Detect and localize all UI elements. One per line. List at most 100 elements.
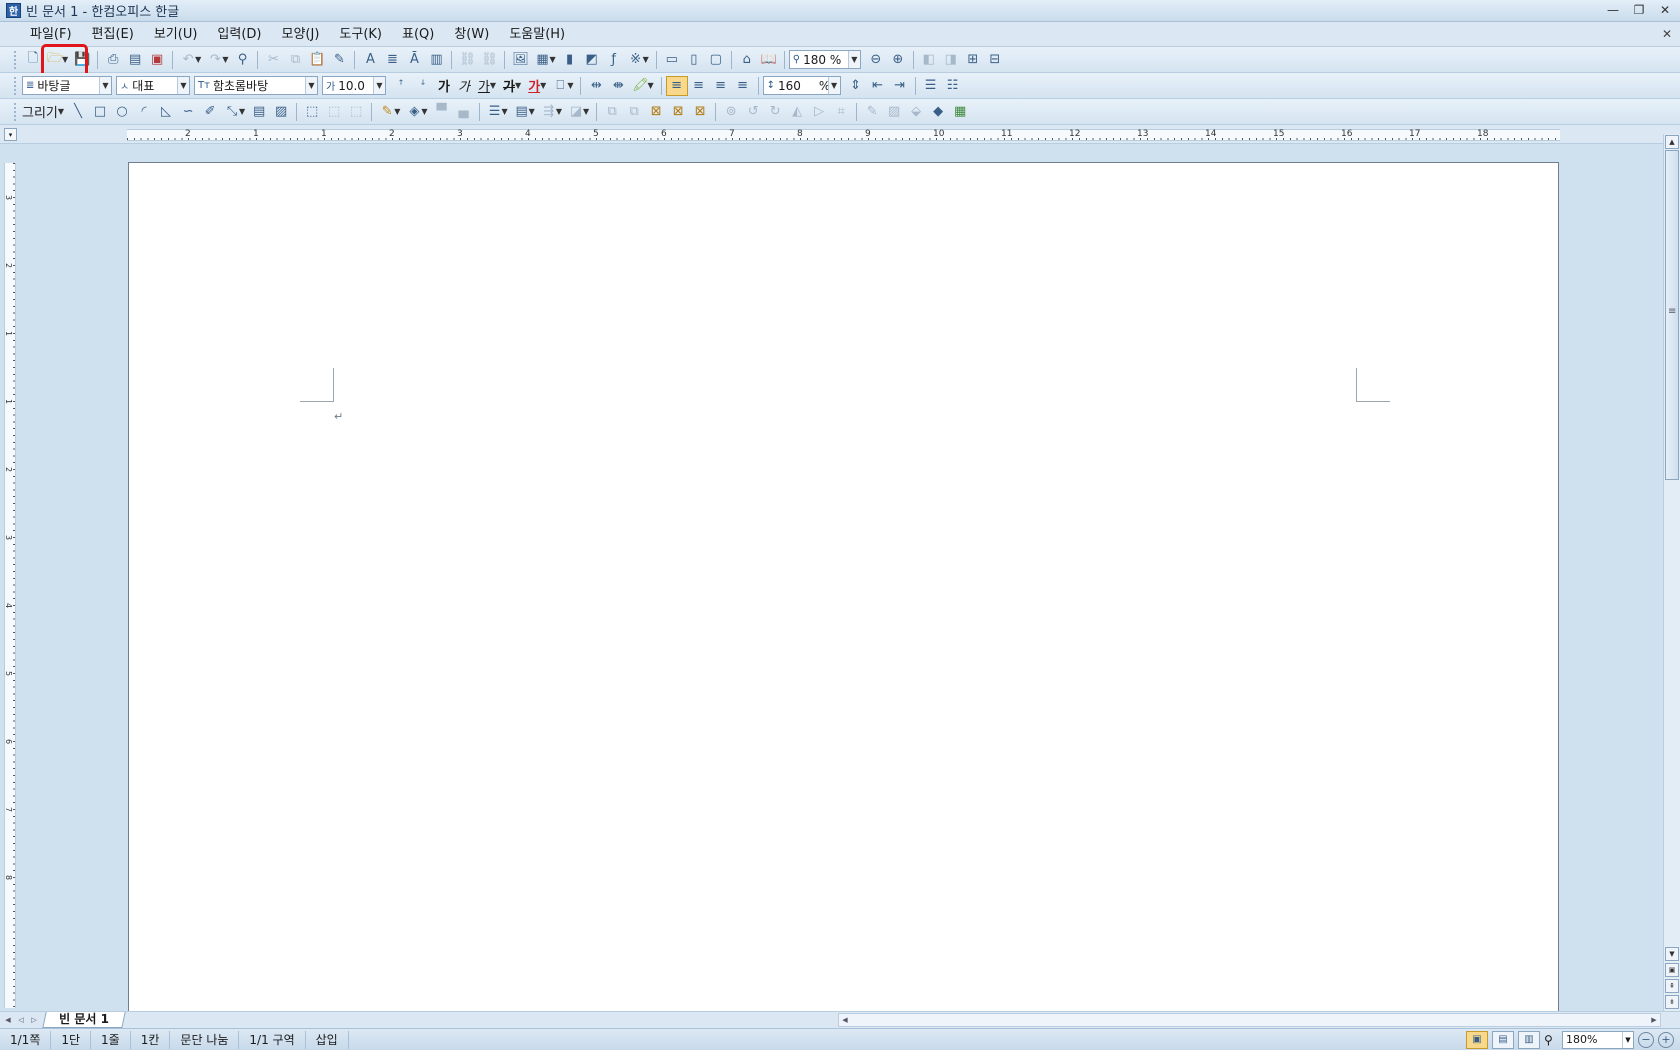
rectangle-tool-icon[interactable]: □	[89, 102, 111, 122]
object-style-icon[interactable]: ◆	[927, 102, 949, 122]
toolbar-grip[interactable]	[14, 50, 18, 69]
pen-tool-icon[interactable]: ✐	[199, 102, 221, 122]
char-shape-icon[interactable]: A	[359, 50, 381, 70]
menu-view[interactable]: 보기(U)	[144, 22, 208, 47]
font-size-increase-icon[interactable]: ꜛ	[390, 76, 412, 96]
bullet-list-icon[interactable]: ☷	[942, 76, 964, 96]
textbox-tool-icon[interactable]: ▤	[248, 102, 270, 122]
symbol-dropdown-icon[interactable]: ▼	[643, 55, 649, 64]
wrap-square-icon[interactable]: ⊠	[645, 102, 667, 122]
ruler-toggle-icon[interactable]: ▾	[4, 128, 17, 141]
draw-menu-label[interactable]: 그리기	[22, 102, 58, 121]
style-combo[interactable]: ≣ 바탕글 ▼	[22, 76, 112, 95]
scroll-right-icon[interactable]: ▶	[1648, 1014, 1660, 1026]
underline-button[interactable]: 가	[478, 76, 490, 95]
flip-horizontal-icon[interactable]: ◭	[786, 102, 808, 122]
underline-dropdown-icon[interactable]: ▼	[490, 81, 496, 90]
rotate-right-icon[interactable]: ↻	[764, 102, 786, 122]
next-page-icon[interactable]: ◨	[940, 50, 962, 70]
group-icon[interactable]: ⬚	[323, 102, 345, 122]
line-spacing-combo[interactable]: ↕ 160 % ▼	[762, 76, 841, 95]
rotate-left-icon[interactable]: ↺	[742, 102, 764, 122]
align-center-icon[interactable]: ≡	[710, 76, 732, 96]
menu-file[interactable]: 파일(F)	[20, 22, 82, 47]
columns-icon[interactable]: ▥	[425, 50, 447, 70]
copy-icon[interactable]: ⧉	[284, 50, 306, 70]
arrow-style-dropdown-icon[interactable]: ▼	[556, 107, 562, 116]
bring-front-icon[interactable]: ▀	[431, 102, 453, 122]
grid-icon[interactable]: ▦	[949, 102, 971, 122]
status-insert-mode[interactable]: 삽입	[306, 1030, 349, 1049]
curve-tool-icon[interactable]: ∽	[177, 102, 199, 122]
undo-dropdown-icon[interactable]: ▼	[195, 55, 201, 64]
line-style-dropdown-icon[interactable]: ▼	[529, 107, 535, 116]
page-layout-view-icon[interactable]: ▣	[1466, 1031, 1488, 1049]
prev-page-icon[interactable]: ⇞	[1665, 979, 1679, 993]
page-border-icon[interactable]: ▢	[705, 50, 727, 70]
tab-document-1[interactable]: 빈 문서 1	[42, 1012, 126, 1028]
align-objects-icon[interactable]: ⧉	[601, 102, 623, 122]
strike-dropdown-icon[interactable]: ▼	[515, 81, 521, 90]
picture-tool-icon[interactable]: ▨	[270, 102, 292, 122]
outline-view-icon[interactable]: ▥	[1518, 1031, 1540, 1049]
rotate-icon[interactable]: ⊚	[720, 102, 742, 122]
vertical-scrollbar[interactable]: ▲ ▼ ▣ ⇞ ⇟	[1663, 134, 1680, 1011]
font-size-decrease-icon[interactable]: ꜜ	[412, 76, 434, 96]
line-weight-dropdown-icon[interactable]: ▼	[502, 107, 508, 116]
char-border-dropdown-icon[interactable]: ▼	[567, 81, 573, 90]
distribute-objects-icon[interactable]: ⧉	[623, 102, 645, 122]
page-view-icon[interactable]: ▣	[1665, 963, 1679, 977]
scroll-up-icon[interactable]: ▲	[1665, 135, 1679, 149]
toolbar-grip[interactable]	[14, 102, 18, 121]
font-color-dropdown-icon[interactable]: ▼	[540, 81, 546, 90]
fit-page-icon[interactable]: ⊟	[984, 50, 1006, 70]
redo-dropdown-icon[interactable]: ▼	[222, 55, 228, 64]
align-justify-icon[interactable]: ≡	[665, 75, 688, 96]
print-icon[interactable]: ⎙	[102, 50, 124, 70]
header-footer-icon[interactable]: ▭	[661, 50, 683, 70]
ungroup-icon[interactable]: ⬚	[345, 102, 367, 122]
connector-dropdown-icon[interactable]: ▼	[239, 107, 245, 116]
para-shape-icon[interactable]: ≣	[381, 50, 403, 70]
align-left-icon[interactable]: ≡	[688, 76, 710, 96]
vertical-ruler[interactable]: 3 2 1 1 2 3 4 5 6 7 8	[4, 163, 16, 1008]
fill-color-dropdown-icon[interactable]: ▼	[421, 107, 427, 116]
line-color-dropdown-icon[interactable]: ▼	[394, 107, 400, 116]
font-color-button[interactable]: 가	[528, 76, 540, 95]
fit-width-icon[interactable]: ⊞	[962, 50, 984, 70]
font-size-combo[interactable]: 가 10.0 ▼	[322, 76, 386, 95]
close-button[interactable]: ✕	[1658, 3, 1672, 17]
cut-icon[interactable]: ✂	[262, 50, 284, 70]
document-page[interactable]: ↵	[128, 162, 1559, 1012]
strikethrough-button[interactable]: 가	[503, 76, 515, 95]
status-page[interactable]: 1/1쪽	[0, 1030, 52, 1049]
tab-prev-icon[interactable]: ◁	[15, 1013, 27, 1027]
indent-increase-icon[interactable]: ⇥	[889, 76, 911, 96]
italic-button[interactable]: 가	[458, 76, 470, 95]
insert-formula-icon[interactable]: ƒ	[603, 50, 625, 70]
tab-next-icon[interactable]: ▷	[28, 1013, 40, 1027]
menu-window[interactable]: 창(W)	[444, 22, 499, 47]
zoom-out-icon[interactable]: −	[1638, 1032, 1654, 1048]
restore-button[interactable]: ❐	[1632, 3, 1646, 17]
minimize-button[interactable]: —	[1606, 3, 1620, 17]
menu-table[interactable]: 표(Q)	[392, 22, 444, 47]
wrap-tight-icon[interactable]: ⊠	[667, 102, 689, 122]
polygon-tool-icon[interactable]: ◺	[155, 102, 177, 122]
send-back-icon[interactable]: ▄	[453, 102, 475, 122]
insert-graph-icon[interactable]: ◩	[581, 50, 603, 70]
menu-tools[interactable]: 도구(K)	[329, 22, 392, 47]
flip-vertical-icon[interactable]: ▷	[808, 102, 830, 122]
char-spacing-narrow-icon[interactable]: ⇹	[585, 76, 607, 96]
format-painter-icon[interactable]: ✎	[328, 50, 350, 70]
find-icon[interactable]: ⚲	[231, 50, 253, 70]
status-zoom-combo[interactable]: 180% ▼	[1562, 1031, 1634, 1049]
menu-format[interactable]: 모양(J)	[272, 22, 330, 47]
highlighter-dropdown-icon[interactable]: ▼	[647, 81, 653, 90]
scroll-down-icon[interactable]: ▼	[1665, 947, 1679, 961]
document-close-icon[interactable]: ✕	[1662, 27, 1672, 41]
paste-icon[interactable]: 📋	[306, 50, 328, 70]
style-icon[interactable]: Ā	[403, 50, 425, 70]
char-spacing-wide-icon[interactable]: ⇼	[607, 76, 629, 96]
line-spacing-spinner-icon[interactable]: ⇕	[845, 76, 867, 96]
